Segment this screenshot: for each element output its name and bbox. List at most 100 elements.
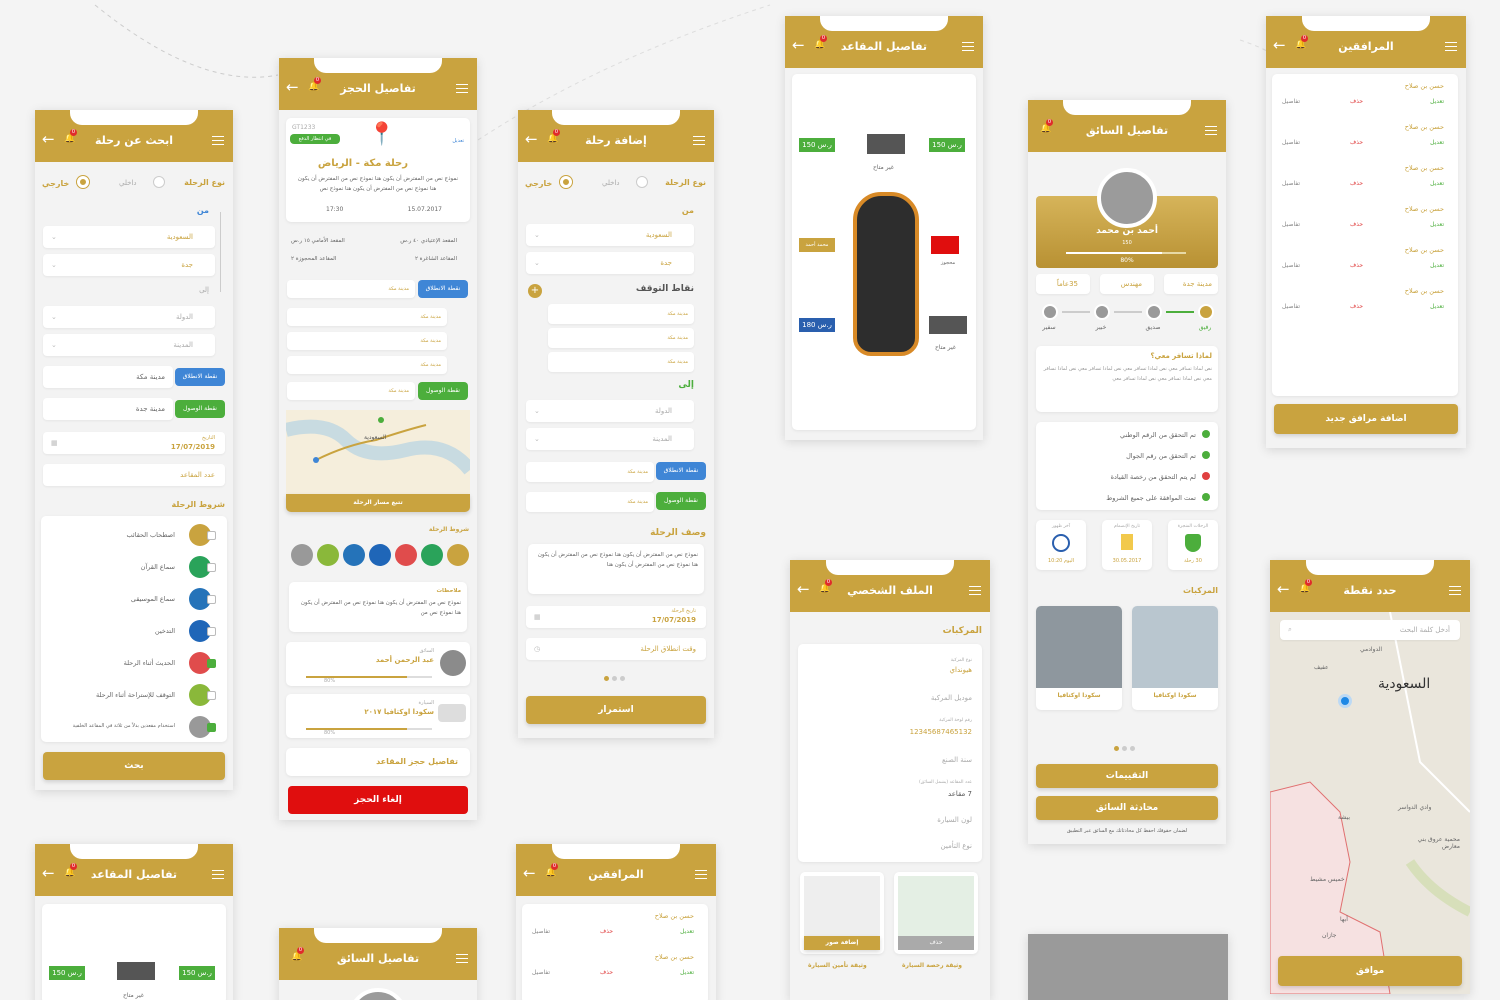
- details-link[interactable]: تفاصيل: [1282, 303, 1300, 310]
- condition-checkbox[interactable]: [207, 595, 216, 604]
- internal-radio[interactable]: [636, 176, 648, 188]
- bell-icon[interactable]: 🔔 0: [64, 129, 77, 144]
- edit-link[interactable]: تعديل: [1430, 98, 1444, 105]
- to-country-select[interactable]: الدولة ⌄: [526, 400, 694, 422]
- seat-price-front-right[interactable]: 150 ر.س: [929, 138, 965, 152]
- cancel-booking-button[interactable]: إلغاء الحجز: [288, 786, 468, 814]
- menu-icon[interactable]: [969, 586, 981, 595]
- condition-checkbox[interactable]: [207, 659, 216, 668]
- edit-link[interactable]: تعديل: [1430, 303, 1444, 310]
- back-arrow-icon[interactable]: ←: [1273, 36, 1286, 54]
- bell-icon[interactable]: 🔔 0: [1295, 35, 1308, 50]
- bell-icon[interactable]: 🔔 0: [814, 35, 827, 50]
- bell-icon[interactable]: 🔔 0: [547, 129, 560, 144]
- search-button[interactable]: بحث: [43, 752, 225, 780]
- stop-field-3[interactable]: مدينة مكة: [548, 352, 694, 372]
- search-input[interactable]: أدخل كلمة البحث ⌕: [1280, 620, 1460, 640]
- seat-price-front-left[interactable]: 150 ر.س: [799, 138, 835, 152]
- condition-checkbox[interactable]: [207, 723, 216, 732]
- from-city-select[interactable]: جدة ⌄: [526, 252, 694, 274]
- details-link[interactable]: تفاصيل: [532, 969, 550, 976]
- vehicle-card-2[interactable]: سكودا اوكتافيا: [1036, 606, 1122, 710]
- from-city-select[interactable]: جدة ⌄: [43, 254, 215, 276]
- internal-radio[interactable]: [153, 176, 165, 188]
- insurance-field[interactable]: نوع التأمين: [941, 842, 972, 850]
- continue-button[interactable]: استمرار: [526, 696, 706, 724]
- edit-link[interactable]: تعديل: [452, 138, 464, 144]
- delete-link[interactable]: حذف: [600, 928, 613, 935]
- menu-icon[interactable]: [456, 954, 468, 963]
- date-field[interactable]: التاريخ 17/07/2019 ▦: [43, 432, 225, 454]
- start-point-field[interactable]: مدينة مكة: [526, 462, 654, 482]
- end-point-button[interactable]: نقطة الوصول: [175, 400, 225, 418]
- driver-card[interactable]: السائق عبد الرحمن أحمد 80%: [286, 642, 470, 686]
- license-doc-card[interactable]: حذف: [894, 872, 978, 954]
- delete-link[interactable]: حذف: [1350, 303, 1363, 310]
- start-point-button[interactable]: نقطة الانطلاق: [418, 280, 468, 298]
- end-point-button[interactable]: نقطة الوصول: [418, 382, 468, 400]
- year-field[interactable]: سنة الصنع: [942, 756, 972, 764]
- back-arrow-icon[interactable]: ←: [42, 864, 55, 882]
- add-photo-button[interactable]: إضافة صور: [804, 936, 880, 950]
- bell-icon[interactable]: 🔔 0: [308, 77, 321, 92]
- condition-checkbox[interactable]: [207, 627, 216, 636]
- menu-icon[interactable]: [695, 870, 707, 879]
- menu-icon[interactable]: [693, 136, 705, 145]
- vehicle-card-1[interactable]: سكودا اوكتافيا: [1132, 606, 1218, 710]
- bell-icon[interactable]: 🔔 0: [1040, 119, 1053, 134]
- delete-link[interactable]: حذف: [1350, 180, 1363, 187]
- menu-icon[interactable]: [1449, 586, 1461, 595]
- start-point-button[interactable]: نقطة الانطلاق: [656, 462, 706, 480]
- trip-time-field[interactable]: وقت انطلاق الرحلة ◷: [526, 638, 706, 660]
- end-point-button[interactable]: نقطة الوصول: [656, 492, 706, 510]
- location-map[interactable]: [1270, 611, 1470, 994]
- delete-link[interactable]: حذف: [1350, 98, 1363, 105]
- add-companion-button[interactable]: اضافة مرافق جديد: [1274, 404, 1458, 434]
- condition-checkbox[interactable]: [207, 563, 216, 572]
- ratings-button[interactable]: التقييمات: [1036, 764, 1218, 788]
- details-link[interactable]: تفاصيل: [532, 928, 550, 935]
- end-city-field[interactable]: مدينة جدة: [43, 398, 173, 420]
- from-country-select[interactable]: السعودية ⌄: [526, 224, 694, 246]
- stop-field-2[interactable]: مدينة مكة: [548, 328, 694, 348]
- menu-icon[interactable]: [456, 84, 468, 93]
- edit-link[interactable]: تعديل: [1430, 139, 1444, 146]
- to-city-select[interactable]: المدينة ⌄: [43, 334, 215, 356]
- start-city-field[interactable]: مدينة مكة: [43, 366, 173, 388]
- delete-button[interactable]: حذف: [898, 936, 974, 950]
- to-city-select[interactable]: المدينة ⌄: [526, 428, 694, 450]
- external-radio[interactable]: [560, 176, 572, 188]
- bell-icon[interactable]: 🔔 0: [1299, 579, 1312, 594]
- condition-checkbox[interactable]: [207, 691, 216, 700]
- details-link[interactable]: تفاصيل: [1282, 98, 1300, 105]
- track-route-button[interactable]: تتبع مسار الرحلة: [286, 494, 470, 512]
- edit-link[interactable]: تعديل: [1430, 262, 1444, 269]
- description-textarea[interactable]: نموذج نص من المفترض أن يكون هنا نموذج نص…: [528, 544, 704, 594]
- edit-link[interactable]: تعديل: [1430, 180, 1444, 187]
- add-stop-icon[interactable]: +: [528, 284, 542, 298]
- menu-icon[interactable]: [212, 136, 224, 145]
- route-map[interactable]: السعودية: [284, 410, 476, 496]
- bell-icon[interactable]: 🔔 0: [545, 863, 558, 878]
- vehicle-model-field[interactable]: موديل المركبة: [931, 694, 972, 702]
- chat-driver-button[interactable]: محادثة السائق: [1036, 796, 1218, 820]
- back-arrow-icon[interactable]: ←: [1277, 580, 1290, 598]
- back-arrow-icon[interactable]: ←: [523, 864, 536, 882]
- seat-details-row[interactable]: تفاصيل حجز المقاعد: [286, 748, 470, 776]
- bell-icon[interactable]: 🔔 0: [819, 579, 832, 594]
- condition-checkbox[interactable]: [207, 531, 216, 540]
- delete-link[interactable]: حذف: [1350, 221, 1363, 228]
- back-arrow-icon[interactable]: ←: [286, 78, 299, 96]
- menu-icon[interactable]: [1205, 126, 1217, 135]
- start-point-button[interactable]: نقطة الانطلاق: [175, 368, 225, 386]
- color-field[interactable]: لون السيارة: [937, 816, 972, 824]
- back-arrow-icon[interactable]: ←: [797, 580, 810, 598]
- edit-link[interactable]: تعديل: [1430, 221, 1444, 228]
- back-arrow-icon[interactable]: ←: [525, 130, 538, 148]
- delete-link[interactable]: حذف: [600, 969, 613, 976]
- menu-icon[interactable]: [212, 870, 224, 879]
- back-arrow-icon[interactable]: ←: [42, 130, 55, 148]
- delete-link[interactable]: حذف: [1350, 139, 1363, 146]
- delete-link[interactable]: حذف: [1350, 262, 1363, 269]
- details-link[interactable]: تفاصيل: [1282, 262, 1300, 269]
